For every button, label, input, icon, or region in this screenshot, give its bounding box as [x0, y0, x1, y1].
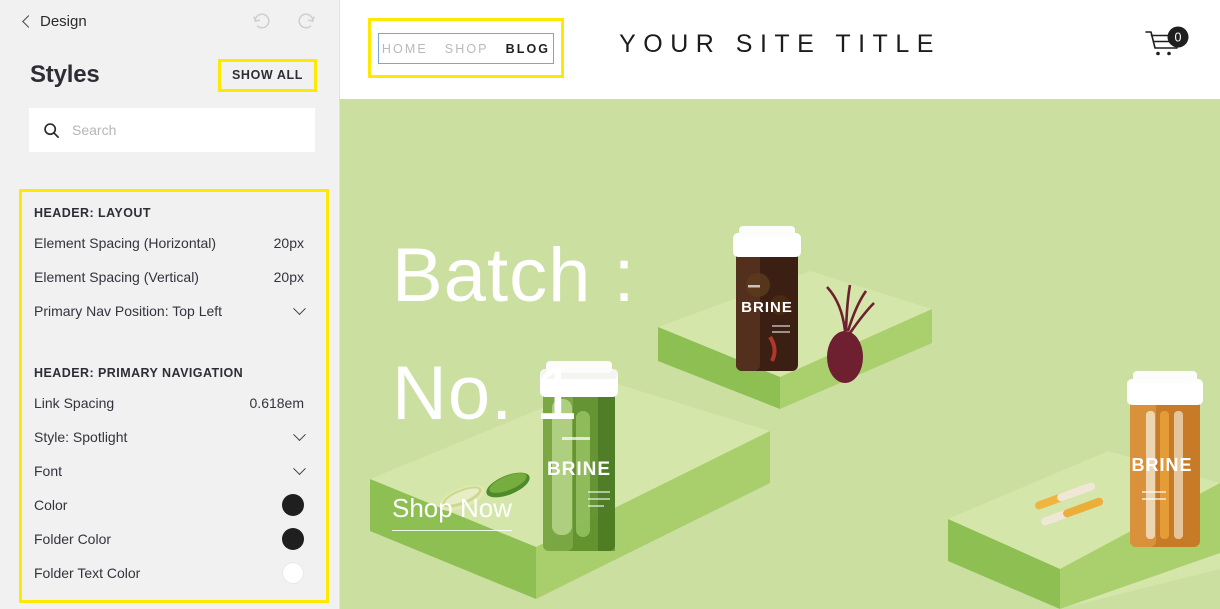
- color-swatch[interactable]: [282, 562, 304, 584]
- cart-wheel: [1156, 51, 1160, 56]
- row-label: Folder Text Color: [34, 565, 141, 581]
- site-preview: HOME SHOP BLOG YOUR SITE TITLE 0 BRINE B…: [340, 0, 1220, 609]
- style-row-element-spacing-vertical[interactable]: Element Spacing (Vertical) 20px: [34, 260, 304, 294]
- show-all-button[interactable]: SHOW ALL: [232, 68, 303, 82]
- chevron-down-icon[interactable]: [293, 461, 306, 475]
- jar-dark: BRINE: [733, 226, 801, 371]
- cart-wheel: [1167, 51, 1171, 56]
- shopping-cart-button[interactable]: 0: [1142, 26, 1194, 64]
- row-label: Font: [34, 463, 63, 479]
- hero-headline-line-1: Batch :: [392, 233, 636, 318]
- color-swatch[interactable]: [282, 528, 304, 550]
- redo-icon[interactable]: [295, 10, 317, 32]
- row-value: 20px: [273, 269, 304, 285]
- svg-text:BRINE: BRINE: [741, 299, 793, 316]
- style-row-style-spotlight[interactable]: Style: Spotlight: [34, 420, 306, 454]
- row-value: 0.618em: [249, 395, 304, 411]
- row-value: 20px: [273, 235, 304, 251]
- styles-header: Styles SHOW ALL: [0, 42, 339, 94]
- style-row-color[interactable]: Color: [34, 488, 304, 522]
- page-title: Styles: [30, 61, 100, 88]
- color-swatch[interactable]: [282, 494, 304, 516]
- undo-icon[interactable]: [251, 10, 273, 32]
- search-input[interactable]: [72, 122, 301, 138]
- hero-banner: BRINE BRINE BRINE Batch: No. 1 Shop Now: [340, 99, 1220, 609]
- shop-now-link[interactable]: Shop Now: [392, 493, 512, 531]
- style-row-primary-nav-position[interactable]: Primary Nav Position: Top Left: [34, 294, 306, 328]
- hero-headline-line-2: No. 1: [392, 351, 579, 436]
- row-label: Color: [34, 497, 68, 513]
- cart-count: 0: [1175, 31, 1182, 45]
- jar-carrots: BRINE: [1127, 371, 1203, 547]
- hero-headline: Batch : No. 1: [392, 217, 636, 453]
- chevron-down-icon[interactable]: [293, 427, 306, 441]
- row-label: Primary Nav Position: Top Left: [34, 303, 223, 319]
- design-editor: Design Styles SHOW ALL Search HEADER: LA…: [0, 0, 1220, 609]
- style-row-element-spacing-horizontal[interactable]: Element Spacing (Horizontal) 20px: [34, 226, 304, 260]
- history-buttons: [251, 10, 317, 32]
- chevron-left-icon: [22, 14, 35, 28]
- back-to-design-button[interactable]: Design: [22, 12, 87, 30]
- svg-text:BRINE: BRINE: [547, 459, 611, 480]
- site-header: HOME SHOP BLOG YOUR SITE TITLE 0: [340, 0, 1220, 99]
- sidebar-topbar: Design: [0, 0, 339, 42]
- search-icon: [43, 122, 60, 139]
- row-label: Style: Spotlight: [34, 429, 128, 445]
- row-label: Element Spacing (Vertical): [34, 269, 199, 285]
- show-all-highlight: SHOW ALL: [218, 58, 317, 92]
- row-label: Folder Color: [34, 531, 112, 547]
- site-title: YOUR SITE TITLE: [619, 30, 941, 58]
- row-label: Element Spacing (Horizontal): [34, 235, 217, 251]
- style-row-link-spacing[interactable]: Link Spacing 0.618em: [34, 386, 304, 420]
- back-label: Design: [40, 12, 87, 30]
- search-field[interactable]: [29, 108, 315, 152]
- style-row-folder-text-color[interactable]: Folder Text Color: [34, 556, 304, 590]
- group-heading-header-layout: HEADER: LAYOUT: [34, 206, 151, 220]
- styles-list: HEADER: LAYOUT Element Spacing (Horizont…: [22, 192, 326, 590]
- svg-text:BRINE: BRINE: [1131, 455, 1192, 475]
- styles-list-highlight: HEADER: LAYOUT Element Spacing (Horizont…: [19, 189, 329, 603]
- style-row-font[interactable]: Font: [34, 454, 306, 488]
- chevron-down-icon[interactable]: [293, 301, 306, 315]
- styles-sidebar: Design Styles SHOW ALL Search HEADER: LA…: [0, 0, 340, 609]
- style-row-folder-color[interactable]: Folder Color: [34, 522, 304, 556]
- row-label: Link Spacing: [34, 395, 115, 411]
- group-heading-header-primary-navigation: HEADER: PRIMARY NAVIGATION: [34, 366, 244, 380]
